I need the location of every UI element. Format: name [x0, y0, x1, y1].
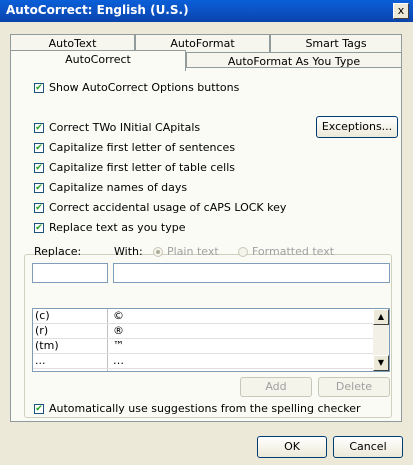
- scroll-up-icon[interactable]: ▲: [373, 309, 389, 325]
- formatted-text-label: Formatted text: [252, 245, 335, 258]
- delete-button[interactable]: Delete: [318, 377, 390, 397]
- show-options-label: Show AutoCorrect Options buttons: [49, 81, 240, 94]
- replace-input[interactable]: [32, 263, 108, 283]
- formatted-text-radio[interactable]: [238, 247, 248, 257]
- names-of-days-label: Capitalize names of days: [49, 181, 188, 194]
- with-input[interactable]: [113, 263, 390, 283]
- title-bar: AutoCorrect: English (U.S.) x: [0, 0, 413, 22]
- plain-text-radio[interactable]: [153, 247, 163, 257]
- ok-button[interactable]: OK: [257, 436, 327, 458]
- first-letter-table-checkbox[interactable]: ✔: [34, 163, 44, 173]
- entry-with: ™: [113, 339, 124, 352]
- first-letter-table-label: Capitalize first letter of table cells: [49, 161, 236, 174]
- plain-text-label: Plain text: [167, 245, 219, 258]
- spelling-suggestions-label: Automatically use suggestions from the s…: [49, 402, 361, 415]
- replace-as-type-label: Replace text as you type: [49, 221, 189, 234]
- exceptions-button[interactable]: Exceptions...: [316, 116, 398, 138]
- table-row[interactable]: (r) ®: [33, 324, 374, 339]
- first-letter-sentences-checkbox[interactable]: ✔: [34, 143, 44, 153]
- entry-replace: ...: [35, 354, 46, 367]
- two-initial-caps-label: Correct TWo INitial CApitals: [49, 121, 201, 134]
- window-title: AutoCorrect: English (U.S.): [6, 3, 189, 17]
- show-options-checkbox[interactable]: ✔: [34, 83, 44, 93]
- entry-with: …: [113, 354, 124, 367]
- tab-smart-tags[interactable]: Smart Tags: [270, 34, 402, 53]
- entry-replace: (c): [35, 309, 50, 322]
- first-letter-sentences-label: Capitalize first letter of sentences: [49, 141, 236, 154]
- cancel-button[interactable]: Cancel: [333, 436, 403, 458]
- scroll-down-icon[interactable]: ▼: [373, 355, 389, 371]
- entry-with: ©: [113, 309, 124, 322]
- spelling-suggestions-checkbox[interactable]: ✔: [34, 404, 44, 414]
- table-row[interactable]: (tm) ™: [33, 339, 374, 354]
- entry-replace: (r): [35, 324, 49, 337]
- two-initial-caps-checkbox[interactable]: ✔: [34, 123, 44, 133]
- tab-autocorrect[interactable]: AutoCorrect: [10, 50, 186, 71]
- close-button[interactable]: x: [393, 3, 409, 19]
- caps-lock-label: Correct accidental usage of cAPS LOCK ke…: [49, 201, 287, 214]
- replace-label: Replace:: [34, 245, 82, 258]
- with-label: With:: [114, 245, 143, 258]
- add-button[interactable]: Add: [240, 377, 312, 397]
- names-of-days-checkbox[interactable]: ✔: [34, 183, 44, 193]
- caps-lock-checkbox[interactable]: ✔: [34, 203, 44, 213]
- entry-replace: (tm): [35, 339, 59, 352]
- entry-with: ®: [113, 324, 124, 337]
- autocorrect-entries-list[interactable]: (c) © (r) ® (tm) ™ ... … ▲ ▼: [32, 308, 390, 372]
- table-row[interactable]: ... …: [33, 354, 374, 369]
- table-row[interactable]: (c) ©: [33, 309, 374, 324]
- list-scrollbar[interactable]: ▲ ▼: [373, 309, 389, 371]
- replace-as-type-checkbox[interactable]: ✔: [34, 223, 44, 233]
